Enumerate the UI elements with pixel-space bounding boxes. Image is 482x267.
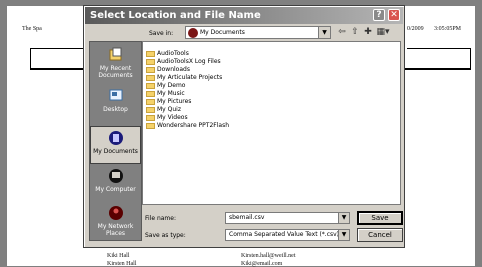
- list-item[interactable]: Wondershare PPT2Flash: [146, 122, 229, 130]
- save-in-dropdown[interactable]: My Documents ▼: [185, 26, 331, 39]
- dialog-title: Select Location and File Name: [90, 10, 261, 21]
- dialog-title-bar[interactable]: Select Location and File Name ? ✕: [85, 7, 403, 24]
- back-arrow-icon[interactable]: ⇦: [336, 27, 348, 38]
- list-item[interactable]: My Videos: [146, 114, 188, 122]
- folder-icon: [146, 122, 155, 129]
- place-my-documents[interactable]: My Documents: [90, 126, 141, 164]
- save-as-type-value: Comma Separated Value Text (*.csv): [229, 231, 340, 238]
- list-item[interactable]: AudioTools: [146, 50, 189, 58]
- network-places-icon: [108, 206, 123, 220]
- desktop-icon: [109, 89, 122, 101]
- document-row-email: Kirsten.hall@weill.net: [241, 253, 296, 259]
- list-item[interactable]: My Quiz: [146, 106, 181, 114]
- file-name-value: sbemail.csv: [229, 214, 265, 221]
- place-label: My Recent Documents: [98, 65, 133, 79]
- list-item[interactable]: My Articulate Projects: [146, 74, 222, 82]
- save-as-type-dropdown[interactable]: Comma Separated Value Text (*.csv) ▼: [225, 229, 350, 241]
- folder-icon: [146, 66, 155, 73]
- chevron-down-icon[interactable]: ▼: [338, 230, 349, 240]
- close-icon[interactable]: ✕: [388, 9, 400, 21]
- chevron-down-icon[interactable]: ▼: [338, 213, 349, 223]
- recent-documents-icon: [109, 47, 121, 61]
- folder-icon: [146, 106, 155, 113]
- place-desktop[interactable]: Desktop: [90, 88, 141, 113]
- place-label: My Documents: [93, 148, 138, 155]
- pictures-folder-icon: [146, 98, 155, 105]
- folder-icon: [146, 82, 155, 89]
- file-name-field[interactable]: sbemail.csv ▼: [225, 212, 350, 224]
- new-folder-icon[interactable]: ✚: [362, 27, 374, 38]
- place-label: Desktop: [103, 106, 128, 113]
- save-as-type-label: Save as type:: [145, 232, 186, 239]
- cancel-button[interactable]: Cancel: [357, 228, 403, 242]
- place-my-computer[interactable]: My Computer: [90, 168, 141, 193]
- place-label: My Network Places: [97, 223, 134, 237]
- folder-icon: [146, 58, 155, 65]
- my-documents-icon: [108, 131, 123, 145]
- document-time: 3:05:05PM: [434, 26, 462, 32]
- list-item[interactable]: AudioToolsX Log Files: [146, 58, 221, 66]
- chevron-down-icon[interactable]: ▼: [318, 27, 330, 38]
- file-list[interactable]: AudioTools AudioToolsX Log Files Downloa…: [142, 41, 401, 205]
- my-documents-icon: [188, 28, 198, 38]
- save-in-value: My Documents: [200, 29, 245, 36]
- folder-icon: [146, 50, 155, 57]
- music-folder-icon: [146, 90, 155, 97]
- document-date: 0/2009: [407, 26, 424, 32]
- document-header-box-right: [407, 48, 471, 70]
- save-button[interactable]: Save: [357, 211, 403, 225]
- place-my-recent-documents[interactable]: My Recent Documents: [90, 47, 141, 79]
- file-name-label: File name:: [145, 215, 176, 222]
- folder-icon: [146, 74, 155, 81]
- document-row-email: Kiki@email.com: [241, 261, 283, 267]
- list-item[interactable]: Downloads: [146, 66, 190, 74]
- list-item[interactable]: My Music: [146, 90, 185, 98]
- help-icon[interactable]: ?: [373, 9, 385, 21]
- list-item[interactable]: My Pictures: [146, 98, 191, 106]
- up-folder-icon[interactable]: ⇧: [349, 27, 361, 38]
- save-dialog: Select Location and File Name ? ✕ Save i…: [83, 5, 405, 248]
- document-title: The Spa: [22, 26, 42, 32]
- document-row-name: Kiki Hall: [107, 253, 130, 259]
- document-header-box-left: [30, 48, 90, 70]
- place-label: My Computer: [95, 186, 136, 193]
- views-menu-icon[interactable]: ▦▾: [375, 27, 391, 38]
- place-my-network-places[interactable]: My Network Places: [90, 205, 141, 237]
- document-row-name: Kirsten Hall: [107, 261, 137, 267]
- list-item[interactable]: My Demo: [146, 82, 185, 90]
- videos-folder-icon: [146, 114, 155, 121]
- save-in-label: Save in:: [149, 30, 174, 37]
- places-bar: My Recent Documents Desktop My Documents…: [89, 41, 142, 241]
- my-computer-icon: [108, 169, 123, 183]
